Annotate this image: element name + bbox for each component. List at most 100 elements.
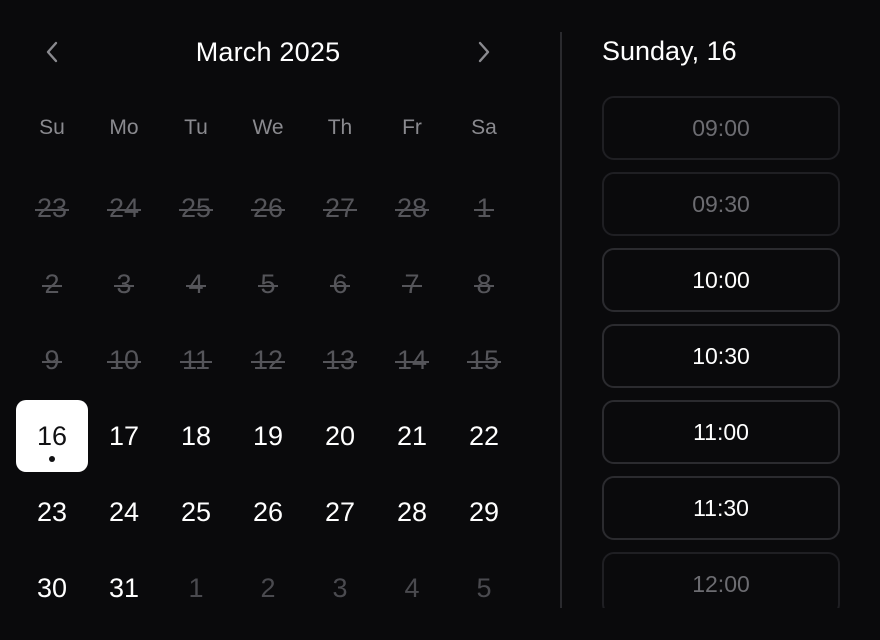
day-number: 12 xyxy=(250,344,286,375)
day-cell: 28 xyxy=(376,170,448,246)
day-cell[interactable]: 17 xyxy=(88,398,160,474)
day-cell[interactable]: 28 xyxy=(376,474,448,550)
weekday-label: We xyxy=(252,116,284,139)
day-number: 18 xyxy=(180,420,212,451)
day-cell[interactable]: 23 xyxy=(16,474,88,550)
day-number: 3 xyxy=(114,268,134,299)
day-number: 23 xyxy=(34,192,70,223)
day-cell: 9 xyxy=(16,322,88,398)
day-number: 29 xyxy=(468,496,500,527)
booking-widget: March 2025 Su Mo Tu We Th Fr Sa 23 24 25 26 27 28 1 2 3… xyxy=(0,0,880,640)
day-cell: 24 xyxy=(88,170,160,246)
day-cell[interactable]: 24 xyxy=(88,474,160,550)
time-slot-button: 12:00 xyxy=(602,552,840,608)
day-cell: 6 xyxy=(304,246,376,322)
day-number: 2 xyxy=(260,572,276,603)
day-cell: 5 xyxy=(232,246,304,322)
day-number: 9 xyxy=(42,344,62,375)
day-number: 30 xyxy=(36,572,68,603)
day-number: 6 xyxy=(330,268,350,299)
day-cell: 2 xyxy=(16,246,88,322)
panel-divider xyxy=(560,32,562,608)
time-slot-list: 09:00 09:30 10:00 10:30 11:00 11:30 12:00 xyxy=(602,96,840,608)
time-slot-button[interactable]: 10:30 xyxy=(602,324,840,388)
day-cell: 1 xyxy=(448,170,520,246)
time-slot-button: 09:00 xyxy=(602,96,840,160)
day-cell: 11 xyxy=(160,322,232,398)
day-number: 24 xyxy=(106,192,142,223)
day-number: 27 xyxy=(322,192,358,223)
day-cell[interactable]: 19 xyxy=(232,398,304,474)
selected-date-label: Sunday, 16 xyxy=(602,36,737,66)
day-number: 21 xyxy=(396,420,428,451)
day-cell: 12 xyxy=(232,322,304,398)
time-slot-button[interactable]: 10:00 xyxy=(602,248,840,312)
day-number: 7 xyxy=(402,268,422,299)
chevron-left-icon xyxy=(46,41,58,63)
day-number: 5 xyxy=(476,572,492,603)
previous-month-button[interactable] xyxy=(34,34,70,70)
day-cell: 3 xyxy=(88,246,160,322)
day-cell: 3 xyxy=(304,550,376,626)
day-number: 26 xyxy=(252,496,284,527)
day-cell[interactable]: 25 xyxy=(160,474,232,550)
day-cell: 5 xyxy=(448,550,520,626)
day-cell: 2 xyxy=(232,550,304,626)
weekday-label: Tu xyxy=(184,116,208,139)
day-cell[interactable]: 29 xyxy=(448,474,520,550)
day-number: 23 xyxy=(36,496,68,527)
day-cell[interactable]: 27 xyxy=(304,474,376,550)
time-slot-button[interactable]: 11:00 xyxy=(602,400,840,464)
day-cell: 25 xyxy=(160,170,232,246)
calendar-header: March 2025 xyxy=(16,16,520,88)
weekday-label: Su xyxy=(39,116,65,139)
day-number: 5 xyxy=(258,268,278,299)
day-cell: 23 xyxy=(16,170,88,246)
day-number: 4 xyxy=(186,268,206,299)
weekday-label: Th xyxy=(327,116,353,139)
month-title: March 2025 xyxy=(195,37,341,67)
day-cell[interactable]: 22 xyxy=(448,398,520,474)
day-number: 8 xyxy=(474,268,494,299)
day-number: 25 xyxy=(180,496,212,527)
time-slot-button[interactable]: 11:30 xyxy=(602,476,840,540)
day-cell: 4 xyxy=(376,550,448,626)
day-cell: 27 xyxy=(304,170,376,246)
day-cell: 14 xyxy=(376,322,448,398)
day-number: 14 xyxy=(394,344,430,375)
day-number: 3 xyxy=(332,572,348,603)
day-cell[interactable]: 30 xyxy=(16,550,88,626)
day-number: 20 xyxy=(324,420,356,451)
day-number: 11 xyxy=(179,344,213,375)
time-slot-panel: Sunday, 16 09:00 09:30 10:00 10:30 11:00 11:3… xyxy=(602,16,840,608)
day-cell[interactable]: 18 xyxy=(160,398,232,474)
day-cell: 8 xyxy=(448,246,520,322)
weekday-label: Fr xyxy=(402,116,422,139)
day-number: 15 xyxy=(466,344,502,375)
chevron-right-icon xyxy=(478,41,490,63)
day-cell[interactable]: 26 xyxy=(232,474,304,550)
weekday-label: Mo xyxy=(109,116,139,139)
day-cell[interactable]: 21 xyxy=(376,398,448,474)
day-number: 28 xyxy=(394,192,430,223)
day-number: 22 xyxy=(468,420,500,451)
next-month-button[interactable] xyxy=(466,34,502,70)
day-cell: 1 xyxy=(160,550,232,626)
day-cell: 10 xyxy=(88,322,160,398)
day-number: 13 xyxy=(322,344,358,375)
day-cell: 4 xyxy=(160,246,232,322)
day-cell: 13 xyxy=(304,322,376,398)
day-number: 2 xyxy=(42,268,62,299)
day-cell-selected[interactable]: 16 xyxy=(16,398,88,474)
day-number: 27 xyxy=(324,496,356,527)
day-cell[interactable]: 20 xyxy=(304,398,376,474)
time-slot-button: 09:30 xyxy=(602,172,840,236)
calendar-grid: Su Mo Tu We Th Fr Sa 23 24 25 26 27 28 1 2 3 4 5 6 7 8 9 10 11 1… xyxy=(16,94,520,626)
calendar: March 2025 Su Mo Tu We Th Fr Sa 23 24 25 26 27 28 1 2 3… xyxy=(16,16,520,624)
day-cell[interactable]: 31 xyxy=(88,550,160,626)
today-indicator-dot xyxy=(49,456,55,462)
day-number: 25 xyxy=(178,192,214,223)
day-number: 19 xyxy=(252,420,284,451)
day-cell: 26 xyxy=(232,170,304,246)
day-number: 31 xyxy=(108,572,140,603)
